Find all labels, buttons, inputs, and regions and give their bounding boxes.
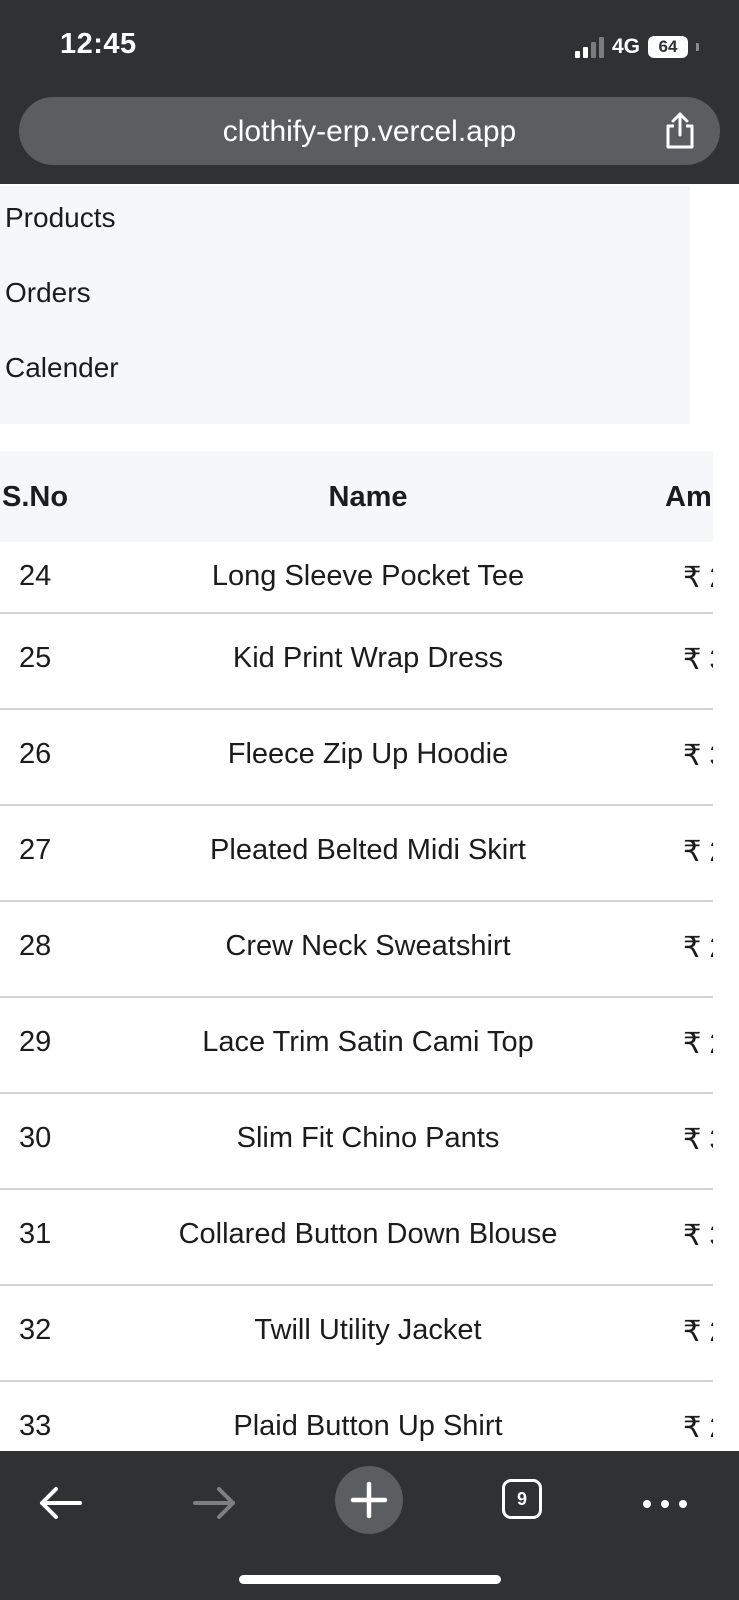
header-sno: S.No xyxy=(2,481,69,513)
cell-amount: ₹ 3 xyxy=(683,1124,713,1156)
cell-sno: 33 xyxy=(19,1410,52,1442)
cell-name: Fleece Zip Up Hoodie xyxy=(227,738,509,770)
home-indicator[interactable] xyxy=(239,1575,501,1584)
cell-amount: ₹ 2 xyxy=(683,836,713,868)
cell-sno: 26 xyxy=(19,738,52,770)
cell-sno: 28 xyxy=(19,930,52,962)
cell-sno: 29 xyxy=(19,1026,52,1058)
forward-arrow-icon[interactable] xyxy=(185,1473,245,1533)
cell-amount: ₹ 2 xyxy=(683,1412,713,1444)
more-dots-icon[interactable] xyxy=(635,1473,695,1533)
cell-name: Twill Utility Jacket xyxy=(254,1314,482,1346)
cell-amount: ₹ 3 xyxy=(683,1220,713,1252)
nav-item-calender[interactable]: Calender xyxy=(5,352,119,384)
cell-sno: 32 xyxy=(19,1314,52,1346)
cell-amount: ₹ 2 xyxy=(683,932,713,964)
table-row[interactable]: 32 Twill Utility Jacket ₹ 2 xyxy=(0,1284,713,1382)
table-row[interactable]: 31 Collared Button Down Blouse ₹ 3 xyxy=(0,1188,713,1286)
browser-top-chrome: 12:45 4G 64 clothify-erp.vercel.app xyxy=(0,0,739,184)
battery-level: 64 xyxy=(658,37,678,56)
cell-name: Collared Button Down Blouse xyxy=(178,1218,558,1250)
table-row[interactable]: 30 Slim Fit Chino Pants ₹ 3 xyxy=(0,1092,713,1190)
table-header: S.No Name Am xyxy=(0,451,713,542)
new-tab-button[interactable] xyxy=(335,1466,403,1534)
cell-sno: 31 xyxy=(19,1218,52,1250)
address-bar[interactable]: clothify-erp.vercel.app xyxy=(19,97,720,165)
table-row[interactable]: 33 Plaid Button Up Shirt ₹ 2 xyxy=(0,1380,713,1451)
status-indicators: 4G 64 xyxy=(574,32,699,62)
table-row[interactable]: 27 Pleated Belted Midi Skirt ₹ 2 xyxy=(0,804,713,902)
table-row[interactable]: 25 Kid Print Wrap Dress ₹ 3 xyxy=(0,612,713,710)
cell-name: Crew Neck Sweatshirt xyxy=(225,930,511,962)
cell-sno: 30 xyxy=(19,1122,52,1154)
products-table: S.No Name Am 24 Long Sleeve Pocket Tee ₹… xyxy=(0,451,713,1451)
battery-icon: 64 xyxy=(648,36,688,58)
cell-sno: 24 xyxy=(19,560,52,592)
cell-name: Long Sleeve Pocket Tee xyxy=(211,560,525,592)
header-amount: Am xyxy=(665,481,712,513)
cell-name: Kid Print Wrap Dress xyxy=(232,642,504,674)
header-name: Name xyxy=(328,481,408,513)
back-arrow-icon[interactable] xyxy=(30,1473,90,1533)
nav-item-products[interactable]: Products xyxy=(5,202,116,234)
cell-amount: ₹ 2 xyxy=(683,1316,713,1348)
plus-icon xyxy=(350,1481,388,1519)
cell-name: Plaid Button Up Shirt xyxy=(233,1410,503,1442)
browser-toolbar: 9 xyxy=(0,1451,739,1600)
cell-sno: 25 xyxy=(19,642,52,674)
table-row[interactable]: 28 Crew Neck Sweatshirt ₹ 2 xyxy=(0,900,713,998)
table-row[interactable]: 29 Lace Trim Satin Cami Top ₹ 2 xyxy=(0,996,713,1094)
tabs-button[interactable]: 9 xyxy=(502,1479,542,1519)
cell-sno: 27 xyxy=(19,834,52,866)
status-time: 12:45 xyxy=(60,28,137,60)
cell-name: Lace Trim Satin Cami Top xyxy=(202,1026,534,1058)
cell-name: Slim Fit Chino Pants xyxy=(236,1122,500,1154)
cell-amount: ₹ 2 xyxy=(683,1028,713,1060)
table-row[interactable]: 26 Fleece Zip Up Hoodie ₹ 3 xyxy=(0,708,713,806)
nav-item-orders[interactable]: Orders xyxy=(5,277,91,309)
network-type: 4G xyxy=(611,35,640,58)
signal-icon xyxy=(574,36,604,58)
cell-name: Pleated Belted Midi Skirt xyxy=(210,834,526,866)
share-icon[interactable] xyxy=(662,111,698,151)
nav-menu: Products Orders Calender xyxy=(0,186,690,424)
cell-amount: ₹ 3 xyxy=(683,740,713,772)
url-text[interactable]: clothify-erp.vercel.app xyxy=(19,115,720,149)
cell-amount: ₹ 3 xyxy=(683,644,713,676)
table-row[interactable]: 24 Long Sleeve Pocket Tee ₹ 2 xyxy=(0,542,713,614)
battery-tip xyxy=(696,43,699,51)
cell-amount: ₹ 2 xyxy=(683,562,713,594)
